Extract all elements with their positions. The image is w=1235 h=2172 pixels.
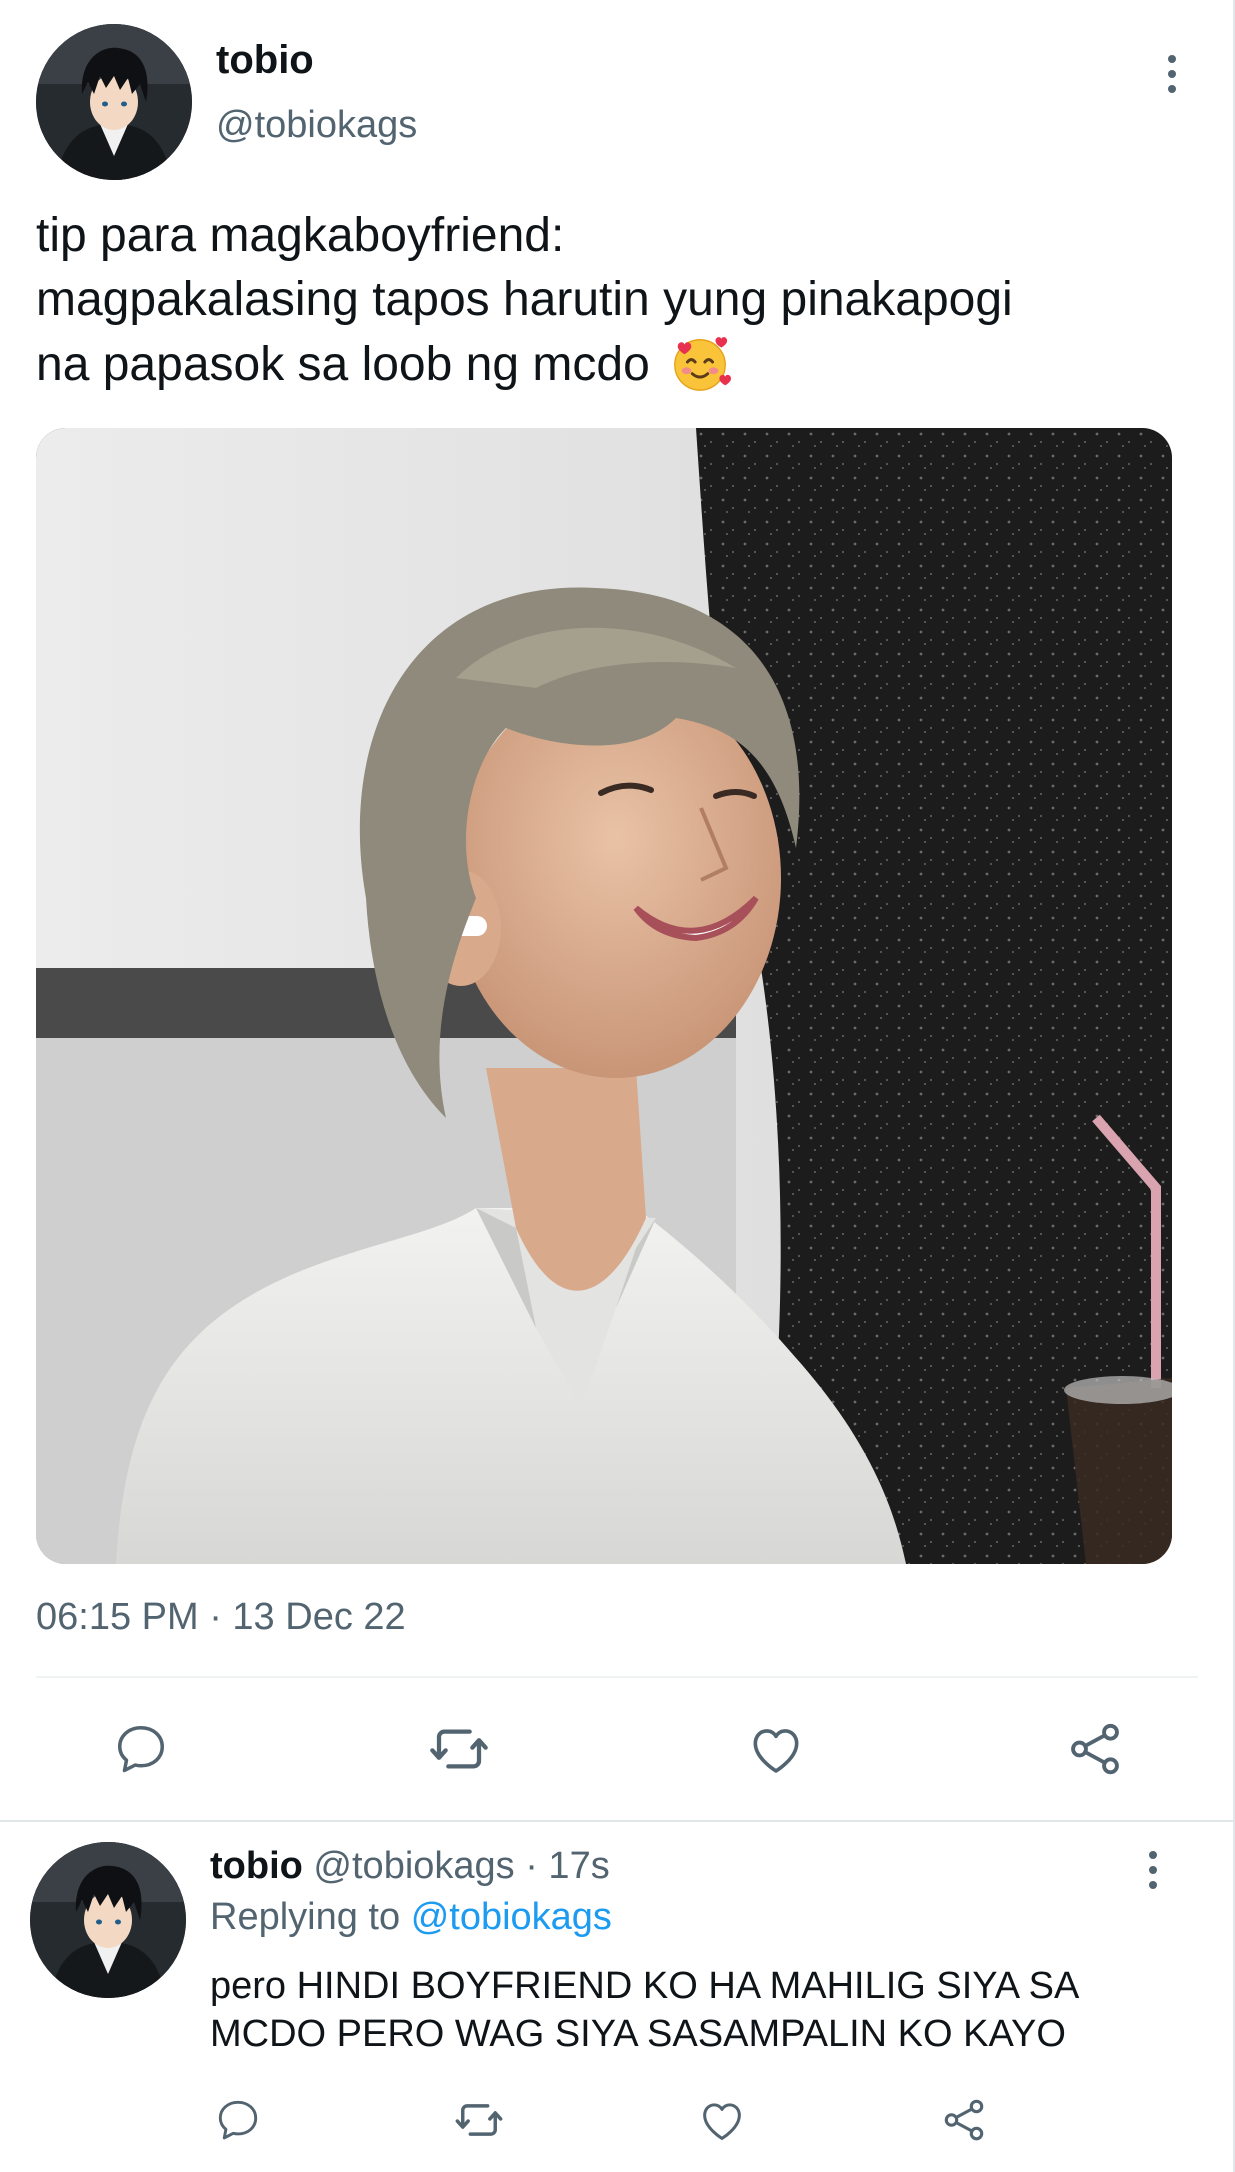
reply-button[interactable] (106, 1714, 176, 1784)
reply-text: pero HINDI BOYFRIEND KO HA MAHILIG SIYA … (210, 1962, 1190, 2058)
more-options-icon[interactable] (1152, 44, 1192, 104)
heart-icon (703, 2103, 741, 2140)
like-button[interactable] (741, 1714, 811, 1784)
divider (36, 1676, 1198, 1678)
reply-text-line: MCDO PERO WAG SIYA SASAMPALIN KO KAYO (210, 2013, 1066, 2055)
tweet-photo[interactable] (36, 428, 1172, 1564)
reply-avatar[interactable] (30, 1842, 186, 1998)
share-icon (1071, 1723, 1119, 1775)
share-button[interactable] (1060, 1714, 1130, 1784)
tweet-text: tip para magkaboyfriend: magpakalasing t… (36, 204, 1196, 397)
reply-icon (218, 2100, 258, 2140)
reply-header: tobio @tobiokags · 17s (210, 1845, 610, 1888)
heart-icon (753, 1729, 799, 1773)
tweet-timestamp[interactable]: 06:15 PM · 13 Dec 22 (36, 1596, 406, 1639)
tweet-text-line: na papasok sa loob ng mcdo (36, 332, 1196, 397)
reply-more-options-icon[interactable] (1133, 1840, 1173, 1900)
share-icon (944, 2099, 984, 2141)
replying-to: Replying to @tobiokags (210, 1896, 612, 1939)
reply-share-button[interactable] (936, 2092, 992, 2148)
reply-text-line: pero HINDI BOYFRIEND KO HA MAHILIG SIYA … (210, 1965, 1080, 2007)
reply-author-meta[interactable]: @tobiokags · 17s (313, 1845, 609, 1887)
tweet-text-line-content: na papasok sa loob ng mcdo (36, 338, 650, 391)
author-name[interactable]: tobio (216, 38, 314, 83)
reply-icon (118, 1726, 164, 1773)
tweet-text-line: tip para magkaboyfriend: (36, 209, 565, 262)
thread-divider (0, 1820, 1235, 1822)
tweet-text-line: magpakalasing tapos harutin yung pinakap… (36, 273, 1013, 326)
avatar[interactable] (36, 24, 192, 180)
reply-reply-button[interactable] (210, 2092, 266, 2148)
author-handle[interactable]: @tobiokags (216, 104, 417, 147)
retweet-button[interactable] (424, 1714, 494, 1784)
retweet-icon (430, 1729, 488, 1769)
replying-to-label: Replying to (210, 1896, 401, 1938)
reply-author-name[interactable]: tobio (210, 1845, 303, 1887)
replying-to-link[interactable]: @tobiokags (411, 1896, 612, 1938)
smiling-face-with-hearts-icon (674, 337, 732, 391)
reply-like-button[interactable] (694, 2092, 750, 2148)
retweet-icon (455, 2104, 503, 2136)
reply-retweet-button[interactable] (451, 2092, 507, 2148)
